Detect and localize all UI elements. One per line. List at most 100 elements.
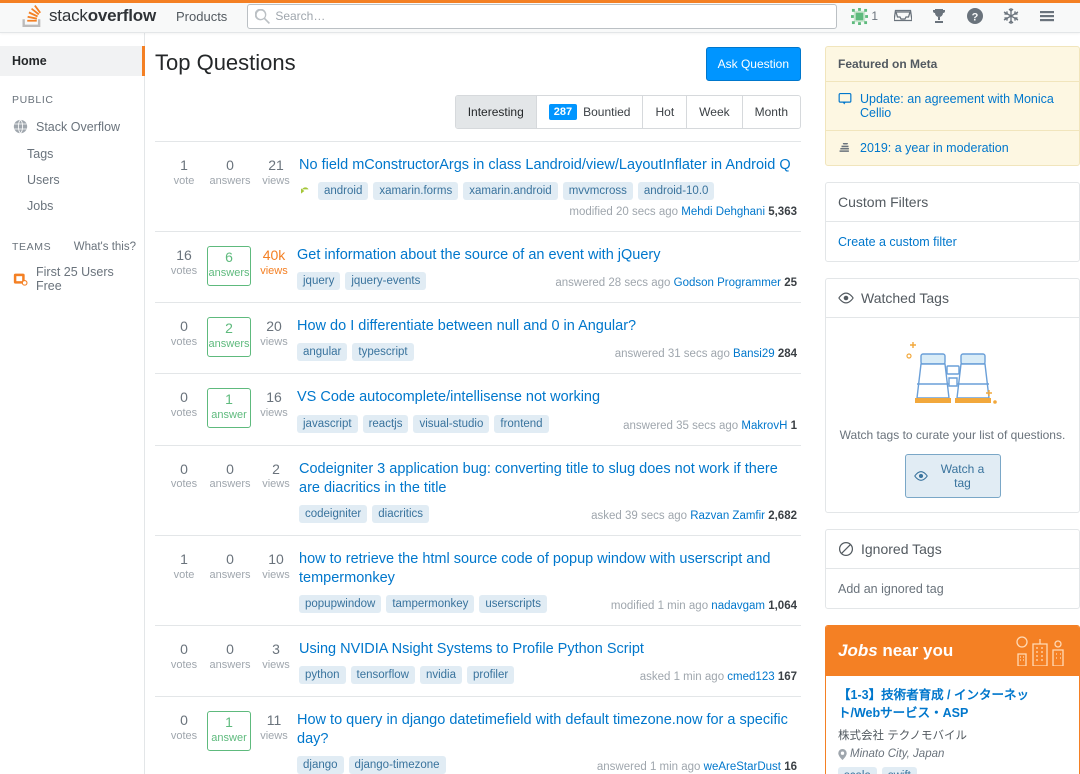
page-layout: Home PUBLIC Stack Overflow Tags Users Jo… bbox=[0, 33, 1080, 774]
question-tag[interactable]: javascript bbox=[297, 414, 358, 433]
tab-week[interactable]: Week bbox=[687, 96, 743, 128]
location-pin-icon bbox=[838, 748, 847, 760]
question-author-link[interactable]: cmed123 bbox=[727, 671, 774, 683]
ask-question-button[interactable]: Ask Question bbox=[705, 47, 801, 81]
jobs-card-header: Jobs near you bbox=[826, 626, 1079, 676]
nav-products[interactable]: Products bbox=[164, 0, 239, 32]
sidebar-item-home[interactable]: Home bbox=[0, 46, 145, 76]
meta-post-item[interactable]: 2019: a year in moderation bbox=[826, 131, 1079, 165]
trophy-icon[interactable] bbox=[922, 1, 956, 32]
question-tag[interactable]: tensorflow bbox=[350, 666, 415, 685]
vote-stat-label: votes bbox=[170, 730, 198, 743]
question-tag[interactable]: jquery-events bbox=[345, 272, 427, 291]
question-tag[interactable]: reactjs bbox=[362, 414, 409, 433]
answer-stat-label: answers bbox=[208, 338, 250, 351]
question-activity-meta: asked 39 secs ago Razvan Zamfir 2,682 bbox=[591, 510, 797, 523]
question-title-link[interactable]: Get information about the source of an e… bbox=[297, 247, 661, 263]
question-tag[interactable]: xamarin.forms bbox=[373, 182, 459, 201]
vote-stat-label: vote bbox=[173, 568, 195, 581]
question-activity-time: modified 20 secs ago bbox=[569, 206, 679, 219]
sidebar-item-users[interactable]: Users bbox=[0, 167, 144, 193]
question-tag[interactable]: django-timezone bbox=[348, 756, 446, 774]
question-title-link[interactable]: Codeigniter 3 application bug: convertin… bbox=[299, 461, 778, 496]
jobs-title-bold: near you bbox=[882, 641, 954, 660]
question-filter-tabs-row: Interesting 287 Bountied Hot Week Month bbox=[155, 95, 801, 129]
question-activity-meta: modified 20 secs ago Mehdi Dehghani 5,36… bbox=[299, 206, 797, 219]
job-listing[interactable]: 【1-3】技術者育成 / インターネット/Webサービス・ASP 株式会社 テク… bbox=[826, 676, 1079, 774]
question-title-link[interactable]: No field mConstructorArgs in class Landr… bbox=[299, 157, 791, 173]
answer-stat: 1 answer bbox=[207, 711, 251, 752]
question-tag[interactable]: popupwindow bbox=[299, 595, 382, 613]
question-author-link[interactable]: MakrovH bbox=[741, 420, 787, 432]
jobs-title-italic: Jobs bbox=[838, 641, 878, 660]
question-tag[interactable]: codeigniter bbox=[299, 504, 368, 523]
ignored-tags-body: Add an ignored tag bbox=[826, 569, 1079, 608]
logo-text-stack: stack bbox=[49, 6, 88, 25]
view-stat: 20 views bbox=[251, 317, 297, 361]
inbox-icon[interactable] bbox=[886, 1, 920, 32]
tab-label: Week bbox=[699, 105, 730, 119]
meta-post-label: Update: an agreement with Monica Cellio bbox=[860, 92, 1054, 120]
question-tag[interactable]: mvvmcross bbox=[562, 182, 633, 201]
stack-overflow-logo-icon bbox=[22, 5, 42, 27]
android-robot-icon bbox=[299, 185, 311, 197]
question-author-link[interactable]: Mehdi Dehghani bbox=[681, 206, 765, 218]
question-tag[interactable]: visual-studio bbox=[413, 414, 490, 433]
sidebar-item-tags[interactable]: Tags bbox=[0, 141, 144, 167]
answer-stat-count: 2 bbox=[225, 320, 233, 337]
snowflake-icon[interactable] bbox=[994, 1, 1028, 32]
question-stats: 0 votes 2 answers 20 views bbox=[155, 317, 297, 361]
tab-month[interactable]: Month bbox=[742, 96, 800, 128]
question-title-link[interactable]: How do I differentiate between null and … bbox=[297, 318, 636, 334]
question-tag[interactable]: profiler bbox=[467, 666, 515, 685]
help-icon[interactable]: ? bbox=[958, 1, 992, 32]
question-author-link[interactable]: Godson Programmer bbox=[674, 277, 781, 289]
question-tag[interactable]: jquery bbox=[297, 272, 341, 291]
question-tag[interactable]: nvidia bbox=[419, 666, 463, 685]
achievements-button[interactable]: 1 bbox=[845, 7, 884, 25]
question-tag[interactable]: diacritics bbox=[372, 504, 429, 523]
meta-post-item[interactable]: Update: an agreement with Monica Cellio bbox=[826, 82, 1079, 131]
question-tag[interactable]: xamarin.android bbox=[463, 182, 558, 201]
job-tag[interactable]: scala bbox=[838, 767, 877, 774]
question-author-link[interactable]: Razvan Zamfir bbox=[690, 510, 765, 522]
question-title-link[interactable]: how to retrieve the html source code of … bbox=[299, 551, 771, 586]
tab-bountied[interactable]: 287 Bountied bbox=[536, 96, 644, 128]
question-meta-row: codeigniter diacritics asked 39 secs ago R… bbox=[299, 504, 797, 523]
sidebar-item-teams-free[interactable]: First 25 Users Free bbox=[0, 259, 144, 299]
tab-hot[interactable]: Hot bbox=[643, 96, 688, 128]
question-tag[interactable]: tampermonkey bbox=[386, 595, 475, 613]
watch-a-tag-button[interactable]: Watch a tag bbox=[904, 454, 1001, 498]
question-tag[interactable]: typescript bbox=[352, 343, 414, 362]
question-tag[interactable]: android bbox=[318, 182, 369, 201]
hamburger-menu-icon[interactable] bbox=[1030, 1, 1064, 32]
view-stat-count: 2 bbox=[272, 460, 280, 477]
question-title-link[interactable]: VS Code autocomplete/intellisense not wo… bbox=[297, 389, 600, 405]
question-title-link[interactable]: How to query in django datetimefield wit… bbox=[297, 712, 788, 747]
question-stats: 0 votes 1 answer 16 views bbox=[155, 388, 297, 432]
search-input[interactable] bbox=[248, 4, 837, 28]
question-tag[interactable]: userscripts bbox=[479, 595, 548, 613]
question-author-link[interactable]: weAreStarDust bbox=[704, 761, 781, 773]
question-filter-tabs: Interesting 287 Bountied Hot Week Month bbox=[454, 95, 801, 129]
teams-whats-this-link[interactable]: What's this? bbox=[74, 241, 136, 253]
question-tag[interactable]: angular bbox=[297, 343, 348, 362]
sidebar-item-stack-overflow[interactable]: Stack Overflow bbox=[0, 112, 144, 141]
question-author-link[interactable]: nadavgam bbox=[711, 600, 765, 612]
sidebar-item-jobs[interactable]: Jobs bbox=[0, 193, 144, 219]
add-ignored-tag-link[interactable]: Add an ignored tag bbox=[838, 582, 944, 596]
question-title-link[interactable]: Using NVIDIA Nsight Systems to Profile P… bbox=[299, 641, 644, 657]
view-stat: 10 views bbox=[253, 550, 299, 613]
question-author-link[interactable]: Bansi29 bbox=[733, 348, 775, 360]
search-box[interactable] bbox=[247, 3, 838, 29]
question-tag[interactable]: frontend bbox=[494, 414, 549, 433]
question-tag[interactable]: django bbox=[297, 756, 344, 774]
job-tag[interactable]: swift bbox=[881, 767, 917, 774]
view-stat-label: views bbox=[262, 658, 290, 671]
tab-interesting[interactable]: Interesting bbox=[455, 96, 537, 128]
job-title[interactable]: 【1-3】技術者育成 / インターネット/Webサービス・ASP bbox=[838, 686, 1067, 722]
site-logo[interactable]: stackoverflow bbox=[8, 0, 164, 32]
create-custom-filter-link[interactable]: Create a custom filter bbox=[838, 235, 957, 249]
question-tag[interactable]: python bbox=[299, 666, 346, 685]
question-tag[interactable]: android-10.0 bbox=[637, 182, 715, 201]
